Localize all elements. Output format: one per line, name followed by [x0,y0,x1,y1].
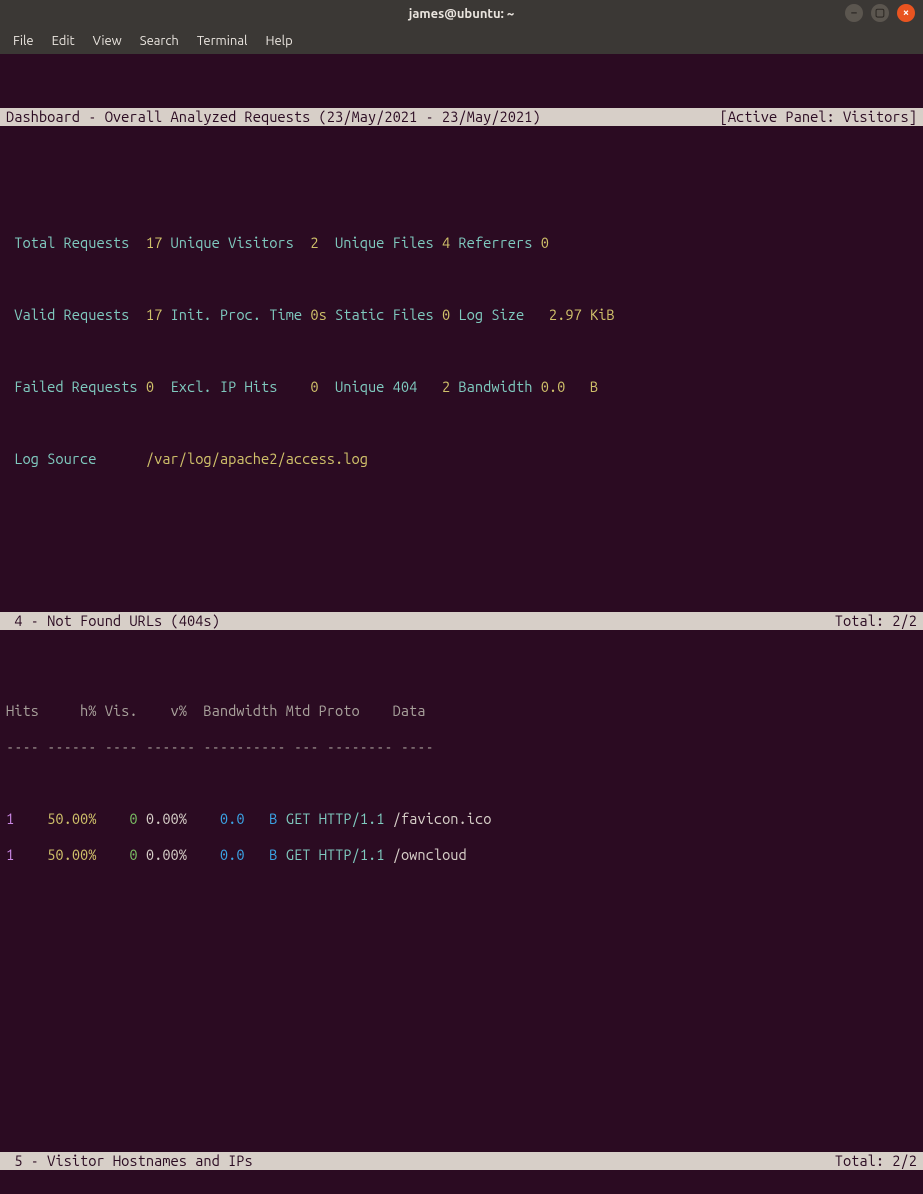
lbl-log-size: Log Size [450,306,549,323]
col-bw: 0.0 [220,810,245,827]
blank-row [0,900,923,918]
maximize-button[interactable]: ▢ [871,4,889,22]
val-unique-404: 2 [442,378,450,395]
lbl-referrers: Referrers [450,234,540,251]
col-bw-unit: B [269,846,277,863]
val-referrers: 0 [541,234,549,251]
col-hits-pct: 50.00% [47,846,96,863]
lbl-bandwidth: Bandwidth [450,378,540,395]
lbl-log-source: Log Source [14,450,146,467]
col-bw-unit: B [269,810,277,827]
panel-4-row: 1 50.00% 0 0.00% 0.0 B GET HTTP/1.1 /fav… [0,810,923,828]
summary-line-3: Failed Requests 0 Excl. IP Hits 0 Unique… [0,378,923,396]
col-proto: HTTP/1.1 [319,810,385,827]
col-vis: 0 [129,846,137,863]
blank-row [0,666,923,684]
menubar: File Edit View Search Terminal Help [0,27,923,54]
val-log-size: 2.97 KiB [549,306,615,323]
panel-4-columns: Hits h% Vis. v% Bandwidth Mtd Proto Data [0,702,923,720]
window-titlebar: james@ubuntu: ~ – ▢ × [0,0,923,27]
lbl-total-requests: Total Requests [14,234,146,251]
panel-5-title: 5 - Visitor Hostnames and IPs [6,1152,253,1169]
col-vis-pct: 0.00% [146,810,187,827]
val-excl-ip-hits: 0 [310,378,318,395]
col-bw: 0.0 [220,846,245,863]
window-buttons: – ▢ × [845,4,915,22]
lbl-unique-404: Unique 404 [319,378,442,395]
active-panel-label: [Active Panel: Visitors] [720,108,917,126]
col-hits: 1 [6,810,14,827]
panel-4-header: 4 - Not Found URLs (404s) Total: 2/2 [0,612,923,630]
window-title: james@ubuntu: ~ [0,5,923,23]
menu-view[interactable]: View [86,30,129,52]
col-vis-pct: 0.00% [146,846,187,863]
menu-edit[interactable]: Edit [45,30,82,52]
lbl-valid-requests: Valid Requests [14,306,146,323]
terminal-area[interactable]: Dashboard - Overall Analyzed Requests (2… [0,54,923,1194]
lbl-unique-visitors: Unique Visitors [162,234,310,251]
summary-line-1: Total Requests 17 Unique Visitors 2 Uniq… [0,234,923,252]
col-proto: HTTP/1.1 [319,846,385,863]
blank-row [0,1008,923,1026]
val-static-files: 0 [442,306,450,323]
col-data: /favicon.ico [393,810,492,827]
close-button[interactable]: × [897,4,915,22]
lbl-failed-requests: Failed Requests [14,378,146,395]
val-init-proc-time: 0s [310,306,326,323]
dashboard-title: Dashboard - Overall Analyzed Requests (2… [6,108,541,125]
lbl-excl-ip-hits: Excl. IP Hits [154,378,310,395]
val-unique-visitors: 2 [310,234,318,251]
val-failed-requests: 0 [146,378,154,395]
panel-4-total: Total: 2/2 [835,612,917,630]
minimize-button[interactable]: – [845,4,863,22]
menu-terminal[interactable]: Terminal [190,30,255,52]
blank-row [0,936,923,954]
menu-search[interactable]: Search [133,30,186,52]
col-hits: 1 [6,846,14,863]
col-method: GET [286,846,311,863]
panel-4-dashes: ---- ------ ---- ------ ---------- --- -… [0,738,923,756]
val-unique-files: 4 [442,234,450,251]
lbl-unique-files: Unique Files [319,234,442,251]
panel-4-row: 1 50.00% 0 0.00% 0.0 B GET HTTP/1.1 /own… [0,846,923,864]
col-hits-pct: 50.00% [47,810,96,827]
col-vis: 0 [129,810,137,827]
panel-5-header: 5 - Visitor Hostnames and IPs Total: 2/2 [0,1152,923,1170]
val-log-source: /var/log/apache2/access.log [146,450,368,467]
blank-row [0,972,923,990]
blank-row [0,1044,923,1062]
val-bandwidth: 0.0 B [541,378,599,395]
menu-file[interactable]: File [6,30,41,52]
blank-row [0,162,923,180]
menu-help[interactable]: Help [258,30,299,52]
val-valid-requests: 17 [146,306,162,323]
col-method: GET [286,810,311,827]
val-total-requests: 17 [146,234,162,251]
blank-row [0,1080,923,1098]
summary-line-2: Valid Requests 17 Init. Proc. Time 0s St… [0,306,923,324]
panel-5-total: Total: 2/2 [835,1152,917,1170]
panel-4-title: 4 - Not Found URLs (404s) [6,612,220,629]
lbl-static-files: Static Files [327,306,442,323]
dashboard-titlebar: Dashboard - Overall Analyzed Requests (2… [0,108,923,126]
blank-row [0,504,923,522]
summary-line-4: Log Source /var/log/apache2/access.log [0,450,923,468]
blank-row [0,540,923,558]
col-data: /owncloud [393,846,467,863]
lbl-init-proc-time: Init. Proc. Time [162,306,310,323]
